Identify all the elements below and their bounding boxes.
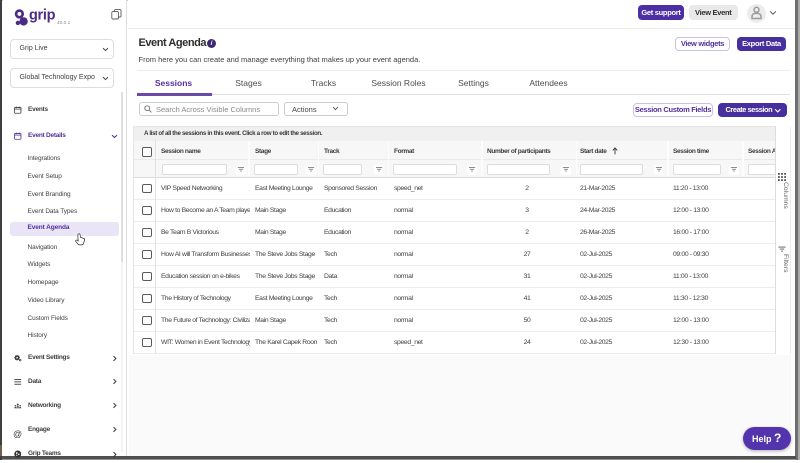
svg-text:grip: grip [29, 8, 56, 24]
